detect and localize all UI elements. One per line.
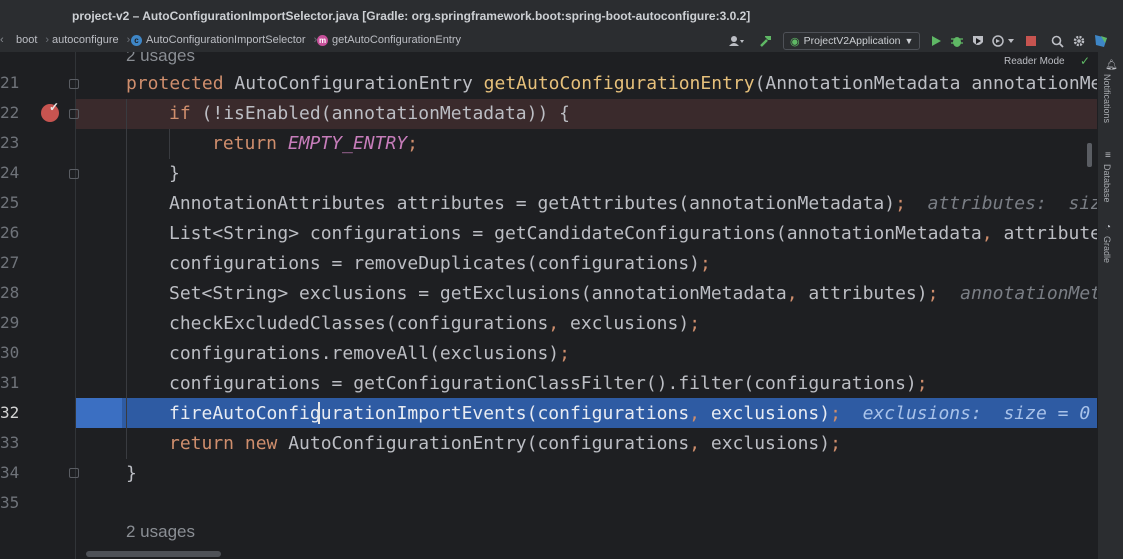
search-icon[interactable] <box>1049 32 1065 50</box>
usages-hint[interactable]: 2 usages <box>126 522 195 542</box>
jetbrains-logo-icon[interactable] <box>1093 32 1109 50</box>
line-number: 22 <box>0 103 20 122</box>
line-number: 28 <box>0 283 20 302</box>
line-number: 34 <box>0 463 20 482</box>
inline-debug-value: exclusions: size = 0 <box>862 403 1091 424</box>
code-line-29: checkExcludedClasses(configurations, exc… <box>169 313 701 334</box>
inspection-ok-check-icon[interactable]: ✓ <box>1080 54 1090 68</box>
indent-guide <box>126 99 127 459</box>
line-number: 31 <box>0 373 20 392</box>
editor-gutter[interactable]: 21 22 23 24 25 26 27 28 29 30 31 32 33 3… <box>0 52 79 559</box>
line-number: 24 <box>0 163 20 182</box>
more-run-options-icon[interactable] <box>990 32 1016 50</box>
breadcrumb-item-boot[interactable]: boot › <box>16 34 49 46</box>
indent-guide <box>169 129 170 159</box>
line-number-current: 32 <box>0 403 20 422</box>
line-number: 27 <box>0 253 20 272</box>
notifications-bell-icon[interactable]: 🔔︎ <box>1105 60 1118 71</box>
gradle-elephant-icon: ◉ <box>790 35 800 48</box>
code-line-28: Set<String> exclusions = getExclusions(a… <box>169 283 1097 305</box>
coverage-icon[interactable] <box>970 32 986 50</box>
line-number: 35 <box>0 493 20 512</box>
title-bar: project-v2 – AutoConfigurationImportSele… <box>0 0 1123 31</box>
inline-debug-value: attributes: siz <box>927 193 1097 214</box>
line-number: 26 <box>0 223 20 242</box>
stop-icon[interactable] <box>1023 32 1039 50</box>
right-tool-window-strip: 🔔︎ Notifications ≡ Database ◔ Gradle <box>1097 52 1123 559</box>
notifications-tool-tab[interactable]: Notifications <box>1102 74 1112 123</box>
method-icon: m <box>317 34 328 46</box>
code-editor[interactable]: 21 22 23 24 25 26 27 28 29 30 31 32 33 3… <box>0 52 1097 559</box>
code-line-31: configurations = getConfigurationClassFi… <box>169 373 928 394</box>
database-icon[interactable]: ≡ <box>1105 150 1111 161</box>
gradle-tool-tab[interactable]: Gradle <box>1102 236 1112 263</box>
chevron-down-icon: ▼ <box>904 36 914 46</box>
code-line-22: if (!isEnabled(annotationMetadata)) { <box>169 103 570 124</box>
text-cursor <box>318 402 320 424</box>
navigation-bar: ‹ boot › autoconfigure › c AutoConfigurati… <box>0 30 1123 53</box>
run-icon[interactable] <box>928 32 944 50</box>
inline-debug-value: annotationMet <box>960 283 1097 304</box>
code-line-21: protected AutoConfigurationEntry getAuto… <box>126 73 1097 94</box>
build-hammer-icon[interactable] <box>758 32 774 50</box>
code-line-33: return new AutoConfigurationEntry(config… <box>169 433 841 454</box>
breadcrumb-item-autoconfigure[interactable]: autoconfigure › <box>52 34 130 46</box>
breadcrumb-back-icon[interactable]: ‹ <box>0 34 4 46</box>
code-line-26: List<String> configurations = getCandida… <box>169 223 1097 244</box>
fold-marker-icon[interactable] <box>69 109 79 119</box>
line-number: 21 <box>0 73 20 92</box>
gradle-icon[interactable]: ◔ <box>1105 222 1111 233</box>
code-line-25: AnnotationAttributes attributes = getAtt… <box>169 193 1097 215</box>
breakpoint-icon[interactable]: ✓ <box>41 100 59 122</box>
line-number: 29 <box>0 313 20 332</box>
code-line-32: fireAutoConfigurationImportEvents(config… <box>169 403 1091 424</box>
code-line-27: configurations = removeDuplicates(config… <box>169 253 711 274</box>
fold-marker-icon[interactable] <box>69 169 79 179</box>
line-number: 23 <box>0 133 20 152</box>
code-line-34: } <box>126 463 137 484</box>
window-title: project-v2 – AutoConfigurationImportSele… <box>72 9 751 23</box>
breadcrumb-item-method[interactable]: m getAutoConfigurationEntry <box>317 34 461 46</box>
database-tool-tab[interactable]: Database <box>1102 164 1112 203</box>
usages-hint[interactable]: 2 usages <box>126 52 195 66</box>
line-number: 30 <box>0 343 20 362</box>
class-icon: c <box>131 34 142 46</box>
fold-marker-icon[interactable] <box>69 79 79 89</box>
code-line-30: configurations.removeAll(exclusions); <box>169 343 570 364</box>
vertical-scrollbar-thumb[interactable] <box>1087 143 1092 167</box>
reader-mode-toggle[interactable]: Reader Mode <box>1004 56 1065 67</box>
line-number: 25 <box>0 193 20 212</box>
user-profile-icon[interactable] <box>725 32 747 50</box>
fold-marker-icon[interactable] <box>69 468 79 478</box>
breadcrumb-item-class[interactable]: c AutoConfigurationImportSelector › <box>131 34 317 46</box>
line-number: 33 <box>0 433 20 452</box>
settings-gear-icon[interactable] <box>1071 32 1087 50</box>
run-configuration-select[interactable]: ◉ ProjectV2Application ▼ <box>783 32 920 50</box>
code-line-23: return EMPTY_ENTRY; <box>212 133 418 154</box>
debug-icon[interactable] <box>949 32 965 50</box>
horizontal-scrollbar-thumb[interactable] <box>86 551 221 557</box>
code-line-24: } <box>169 163 180 184</box>
